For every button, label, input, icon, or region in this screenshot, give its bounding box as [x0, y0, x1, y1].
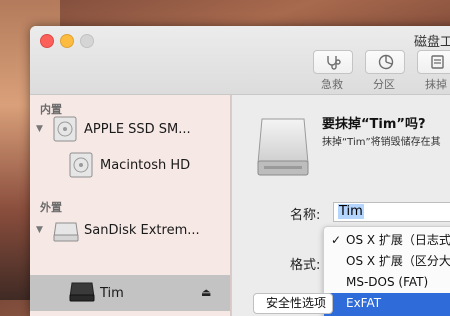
- zoom-button[interactable]: [80, 34, 94, 48]
- format-dropdown-menu[interactable]: ✓ OS X 扩展（日志式 OS X 扩展（区分大 MS-DOS (FAT) E…: [323, 226, 450, 316]
- name-label: 名称:: [290, 208, 321, 223]
- sidebar-item-sandisk[interactable]: SanDisk Extrem...: [84, 223, 200, 238]
- disclosure-triangle-icon[interactable]: ▼: [36, 124, 43, 134]
- name-field[interactable]: Tim: [333, 202, 450, 222]
- section-external: 外置: [40, 201, 62, 214]
- sidebar-item-tim-label: Tim: [100, 286, 124, 301]
- volume-icon: [69, 152, 93, 178]
- toolbar: 磁盘工 急救 分区 抹掉: [30, 26, 450, 95]
- stethoscope-icon: [327, 56, 341, 70]
- first-aid-label: 急救: [321, 78, 343, 91]
- sidebar-item-tim[interactable]: [30, 275, 230, 311]
- partition-button[interactable]: [365, 50, 405, 74]
- checkmark-icon: ✓: [331, 233, 342, 247]
- first-aid-button[interactable]: [313, 50, 353, 74]
- main-content: 要抹掉“Tim”吗? 抹掉“Tim”将销毁储存在其 名称: Tim 格式: ✓ …: [231, 95, 450, 316]
- partition-icon: [378, 54, 394, 70]
- format-option-label: OS X 扩展（区分大: [346, 254, 450, 268]
- format-option-label: OS X 扩展（日志式: [346, 233, 450, 247]
- close-button[interactable]: [40, 34, 54, 48]
- external-disk-icon: [53, 222, 79, 242]
- sidebar-item-apple-ssd[interactable]: APPLE SSD SM...: [84, 122, 191, 137]
- format-option-osx-journaled[interactable]: ✓ OS X 扩展（日志式: [324, 230, 450, 251]
- eject-icon[interactable]: ⏏: [201, 286, 211, 299]
- internal-disk-icon: [53, 116, 77, 142]
- format-option-msdos[interactable]: MS-DOS (FAT): [324, 272, 450, 293]
- erase-icon: [431, 55, 444, 69]
- format-option-exfat[interactable]: ExFAT: [324, 293, 450, 316]
- volume-icon: [69, 282, 95, 302]
- format-option-osx-case-sensitive[interactable]: OS X 扩展（区分大: [324, 251, 450, 272]
- window-title: 磁盘工: [414, 35, 450, 50]
- erase-description: 抹掉“Tim”将销毁储存在其: [322, 137, 441, 148]
- disclosure-triangle-icon[interactable]: ▼: [36, 225, 43, 235]
- format-label: 格式:: [290, 258, 321, 273]
- erase-button[interactable]: [417, 50, 450, 74]
- disk-utility-window: 磁盘工 急救 分区 抹掉 内置 ▼ APPLE SSD SM... Macint…: [30, 26, 450, 316]
- format-option-label: ExFAT: [346, 296, 382, 310]
- erase-title: 要抹掉“Tim”吗?: [322, 117, 426, 132]
- drive-icon: [257, 118, 309, 176]
- format-option-label: MS-DOS (FAT): [346, 275, 429, 289]
- erase-label: 抹掉: [425, 78, 447, 91]
- minimize-button[interactable]: [60, 34, 74, 48]
- name-value: Tim: [338, 204, 364, 219]
- sidebar-item-macintosh-hd[interactable]: Macintosh HD: [100, 158, 190, 173]
- partition-label: 分区: [373, 78, 395, 91]
- erase-sheet: 要抹掉“Tim”吗? 抹掉“Tim”将销毁储存在其 名称: Tim 格式: ✓ …: [231, 95, 450, 316]
- security-options-button[interactable]: 安全性选项: [253, 293, 333, 314]
- sidebar: 内置 ▼ APPLE SSD SM... Macintosh HD 外置 ▼ S…: [30, 95, 231, 316]
